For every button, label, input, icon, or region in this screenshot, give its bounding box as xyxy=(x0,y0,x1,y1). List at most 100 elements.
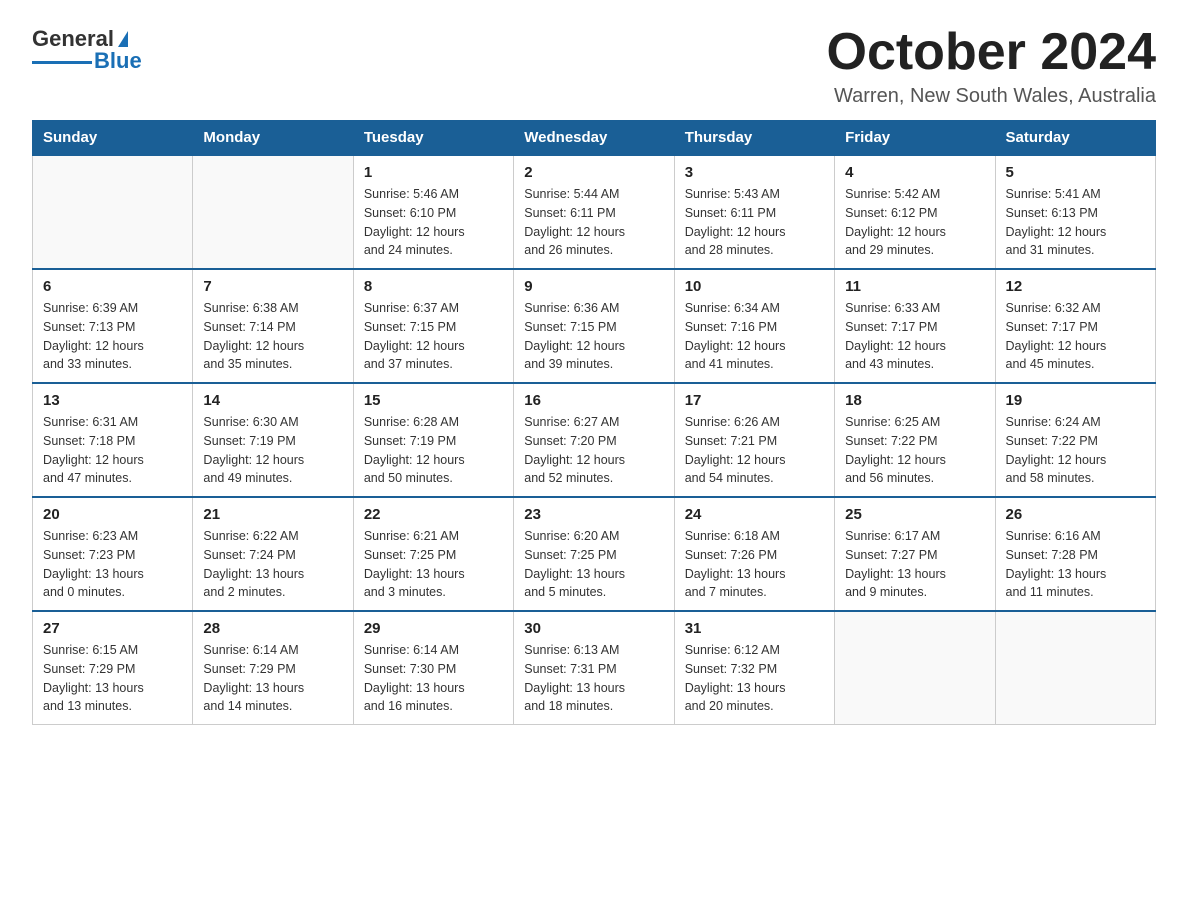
calendar-body: 1Sunrise: 5:46 AMSunset: 6:10 PMDaylight… xyxy=(33,155,1156,725)
logo-line xyxy=(32,61,92,64)
day-info: Sunrise: 5:42 AMSunset: 6:12 PMDaylight:… xyxy=(845,185,984,260)
calendar-cell: 20 Sunrise: 6:23 AMSunset: 7:23 PMDayligh… xyxy=(33,497,193,611)
calendar-cell: 21 Sunrise: 6:22 AMSunset: 7:24 PMDayligh… xyxy=(193,497,353,611)
calendar-cell: 8Sunrise: 6:37 AMSunset: 7:15 PMDaylight… xyxy=(353,269,513,383)
day-info: Sunrise: 6:20 AMSunset: 7:25 PMDaylight:… xyxy=(524,527,663,602)
day-number: 7 xyxy=(203,278,342,295)
day-info: Sunrise: 6:34 AMSunset: 7:16 PMDaylight:… xyxy=(685,299,824,374)
calendar-week-row: 27Sunrise: 6:15 AMSunset: 7:29 PMDayligh… xyxy=(33,611,1156,725)
day-number: 4 xyxy=(845,164,984,181)
day-number: 25 xyxy=(845,506,984,523)
calendar-cell: 16Sunrise: 6:27 AMSunset: 7:20 PMDayligh… xyxy=(514,383,674,497)
calendar-cell: 7 Sunrise: 6:38 AMSunset: 7:14 PMDaylight… xyxy=(193,269,353,383)
day-number: 19 xyxy=(1006,392,1145,409)
calendar-cell: 6 Sunrise: 6:39 AMSunset: 7:13 PMDaylight… xyxy=(33,269,193,383)
calendar-week-row: 13 Sunrise: 6:31 AMSunset: 7:18 PMDayligh… xyxy=(33,383,1156,497)
day-info: Sunrise: 6:39 AMSunset: 7:13 PMDaylight:… xyxy=(43,299,182,374)
calendar-week-row: 20 Sunrise: 6:23 AMSunset: 7:23 PMDayligh… xyxy=(33,497,1156,611)
day-number: 13 xyxy=(43,392,182,409)
day-info: Sunrise: 6:22 AMSunset: 7:24 PMDaylight:… xyxy=(203,527,342,602)
calendar-cell: 18Sunrise: 6:25 AMSunset: 7:22 PMDayligh… xyxy=(835,383,995,497)
calendar-cell: 2Sunrise: 5:44 AMSunset: 6:11 PMDaylight… xyxy=(514,155,674,269)
day-info: Sunrise: 6:37 AMSunset: 7:15 PMDaylight:… xyxy=(364,299,503,374)
weekday-header-tuesday: Tuesday xyxy=(353,121,513,156)
calendar-cell: 1Sunrise: 5:46 AMSunset: 6:10 PMDaylight… xyxy=(353,155,513,269)
day-number: 24 xyxy=(685,506,824,523)
day-number: 3 xyxy=(685,164,824,181)
calendar-week-row: 6 Sunrise: 6:39 AMSunset: 7:13 PMDaylight… xyxy=(33,269,1156,383)
calendar-cell: 9Sunrise: 6:36 AMSunset: 7:15 PMDaylight… xyxy=(514,269,674,383)
weekday-header-thursday: Thursday xyxy=(674,121,834,156)
weekday-header-saturday: Saturday xyxy=(995,121,1155,156)
day-info: Sunrise: 6:30 AMSunset: 7:19 PMDaylight:… xyxy=(203,413,342,488)
calendar-cell: 29 Sunrise: 6:14 AMSunset: 7:30 PMDayligh… xyxy=(353,611,513,725)
calendar-cell: 27Sunrise: 6:15 AMSunset: 7:29 PMDayligh… xyxy=(33,611,193,725)
logo: General Blue xyxy=(32,28,142,72)
calendar-cell: 28Sunrise: 6:14 AMSunset: 7:29 PMDayligh… xyxy=(193,611,353,725)
calendar-cell: 3 Sunrise: 5:43 AMSunset: 6:11 PMDaylight… xyxy=(674,155,834,269)
calendar-cell: 17 Sunrise: 6:26 AMSunset: 7:21 PMDayligh… xyxy=(674,383,834,497)
logo-text-general: General xyxy=(32,28,114,50)
calendar-cell: 13 Sunrise: 6:31 AMSunset: 7:18 PMDayligh… xyxy=(33,383,193,497)
logo-text-blue: Blue xyxy=(94,50,142,72)
weekday-header-wednesday: Wednesday xyxy=(514,121,674,156)
day-info: Sunrise: 6:36 AMSunset: 7:15 PMDaylight:… xyxy=(524,299,663,374)
day-number: 18 xyxy=(845,392,984,409)
day-number: 11 xyxy=(845,278,984,295)
calendar-cell: 19 Sunrise: 6:24 AMSunset: 7:22 PMDayligh… xyxy=(995,383,1155,497)
day-info: Sunrise: 5:43 AMSunset: 6:11 PMDaylight:… xyxy=(685,185,824,260)
day-number: 14 xyxy=(203,392,342,409)
calendar-cell: 23 Sunrise: 6:20 AMSunset: 7:25 PMDayligh… xyxy=(514,497,674,611)
calendar-cell: 30Sunrise: 6:13 AMSunset: 7:31 PMDayligh… xyxy=(514,611,674,725)
day-info: Sunrise: 6:14 AMSunset: 7:29 PMDaylight:… xyxy=(203,641,342,716)
day-info: Sunrise: 6:18 AMSunset: 7:26 PMDaylight:… xyxy=(685,527,824,602)
day-number: 26 xyxy=(1006,506,1145,523)
day-info: Sunrise: 6:15 AMSunset: 7:29 PMDaylight:… xyxy=(43,641,182,716)
day-number: 17 xyxy=(685,392,824,409)
subtitle: Warren, New South Wales, Australia xyxy=(827,85,1157,108)
day-info: Sunrise: 6:23 AMSunset: 7:23 PMDaylight:… xyxy=(43,527,182,602)
day-info: Sunrise: 6:14 AMSunset: 7:30 PMDaylight:… xyxy=(364,641,503,716)
day-info: Sunrise: 6:38 AMSunset: 7:14 PMDaylight:… xyxy=(203,299,342,374)
calendar-table: SundayMondayTuesdayWednesdayThursdayFrid… xyxy=(32,120,1156,725)
day-info: Sunrise: 6:28 AMSunset: 7:19 PMDaylight:… xyxy=(364,413,503,488)
day-number: 30 xyxy=(524,620,663,637)
day-info: Sunrise: 6:31 AMSunset: 7:18 PMDaylight:… xyxy=(43,413,182,488)
calendar-cell: 10Sunrise: 6:34 AMSunset: 7:16 PMDayligh… xyxy=(674,269,834,383)
day-number: 6 xyxy=(43,278,182,295)
calendar-cell: 14 Sunrise: 6:30 AMSunset: 7:19 PMDayligh… xyxy=(193,383,353,497)
calendar-cell xyxy=(33,155,193,269)
calendar-cell: 31 Sunrise: 6:12 AMSunset: 7:32 PMDayligh… xyxy=(674,611,834,725)
calendar-cell: 11Sunrise: 6:33 AMSunset: 7:17 PMDayligh… xyxy=(835,269,995,383)
title-area: October 2024 Warren, New South Wales, Au… xyxy=(827,24,1157,108)
day-info: Sunrise: 6:32 AMSunset: 7:17 PMDaylight:… xyxy=(1006,299,1145,374)
day-number: 1 xyxy=(364,164,503,181)
day-number: 16 xyxy=(524,392,663,409)
calendar-cell xyxy=(193,155,353,269)
day-number: 31 xyxy=(685,620,824,637)
day-number: 12 xyxy=(1006,278,1145,295)
day-info: Sunrise: 6:16 AMSunset: 7:28 PMDaylight:… xyxy=(1006,527,1145,602)
calendar-cell: 12 Sunrise: 6:32 AMSunset: 7:17 PMDayligh… xyxy=(995,269,1155,383)
day-info: Sunrise: 6:26 AMSunset: 7:21 PMDaylight:… xyxy=(685,413,824,488)
day-info: Sunrise: 6:24 AMSunset: 7:22 PMDaylight:… xyxy=(1006,413,1145,488)
weekday-header-monday: Monday xyxy=(193,121,353,156)
calendar-cell: 5Sunrise: 5:41 AMSunset: 6:13 PMDaylight… xyxy=(995,155,1155,269)
calendar-cell: 24 Sunrise: 6:18 AMSunset: 7:26 PMDayligh… xyxy=(674,497,834,611)
weekday-header-friday: Friday xyxy=(835,121,995,156)
day-info: Sunrise: 6:12 AMSunset: 7:32 PMDaylight:… xyxy=(685,641,824,716)
day-number: 29 xyxy=(364,620,503,637)
page-header: General Blue October 2024 Warren, New So… xyxy=(32,24,1156,108)
calendar-cell: 26 Sunrise: 6:16 AMSunset: 7:28 PMDayligh… xyxy=(995,497,1155,611)
calendar-week-row: 1Sunrise: 5:46 AMSunset: 6:10 PMDaylight… xyxy=(33,155,1156,269)
calendar-cell xyxy=(835,611,995,725)
logo-triangle-icon xyxy=(118,31,128,47)
day-number: 23 xyxy=(524,506,663,523)
day-info: Sunrise: 5:41 AMSunset: 6:13 PMDaylight:… xyxy=(1006,185,1145,260)
calendar-cell: 15Sunrise: 6:28 AMSunset: 7:19 PMDayligh… xyxy=(353,383,513,497)
calendar-cell xyxy=(995,611,1155,725)
day-number: 21 xyxy=(203,506,342,523)
weekday-header-sunday: Sunday xyxy=(33,121,193,156)
day-info: Sunrise: 5:44 AMSunset: 6:11 PMDaylight:… xyxy=(524,185,663,260)
day-number: 20 xyxy=(43,506,182,523)
